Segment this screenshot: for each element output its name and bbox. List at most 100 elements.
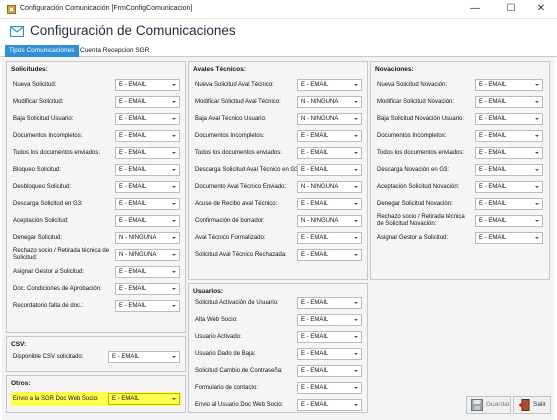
app-icon <box>7 5 16 14</box>
communication-type-dropdown[interactable]: E - EMAIL <box>115 181 180 193</box>
dropdown-value: E - EMAIL <box>301 150 329 156</box>
dropdown-value: E - EMAIL <box>479 116 507 122</box>
chevron-down-icon <box>535 84 539 86</box>
window-title: Configuración Comunicación [FrmConfigCom… <box>20 5 193 12</box>
communication-type-dropdown[interactable]: E - EMAIL <box>297 348 362 360</box>
chevron-down-icon <box>354 353 358 355</box>
communication-type-dropdown[interactable]: E - EMAIL <box>297 331 362 343</box>
group-title: Solicitudes: <box>11 66 48 73</box>
communication-type-dropdown[interactable]: E - EMAIL <box>115 198 180 210</box>
tab-cuenta-recepcion-sgr[interactable]: Cuenta Recepcion SGR <box>76 45 153 57</box>
communication-type-dropdown[interactable]: N - NINGUNA <box>115 232 180 244</box>
dropdown-value: E - EMAIL <box>301 201 329 207</box>
field-label: Nueva Solicitud Novación: <box>377 82 448 88</box>
chevron-down-icon <box>535 237 539 239</box>
chevron-down-icon <box>172 135 176 137</box>
dropdown-value: E - EMAIL <box>301 82 329 88</box>
communication-type-dropdown[interactable]: E - EMAIL <box>475 147 543 159</box>
dropdown-value: N - NINGUNA <box>301 184 339 190</box>
group-title: Usuarios: <box>193 288 223 295</box>
communication-type-dropdown[interactable]: E - EMAIL <box>475 164 543 176</box>
communication-type-dropdown[interactable]: E - EMAIL <box>108 393 180 405</box>
communication-type-dropdown[interactable]: E - EMAIL <box>475 96 543 108</box>
dropdown-value: E - EMAIL <box>301 334 329 340</box>
communication-type-dropdown[interactable]: E - EMAIL <box>115 113 180 125</box>
communication-type-dropdown[interactable]: E - EMAIL <box>115 164 180 176</box>
chevron-down-icon <box>535 203 539 205</box>
communication-type-dropdown[interactable]: E - EMAIL <box>115 79 180 91</box>
chevron-down-icon <box>172 84 176 86</box>
save-button[interactable]: Guardar <box>466 396 511 414</box>
chevron-down-icon <box>354 370 358 372</box>
communication-type-dropdown[interactable]: E - EMAIL <box>475 130 543 142</box>
dropdown-value: E - EMAIL <box>119 303 147 309</box>
chevron-down-icon <box>535 118 539 120</box>
dropdown-value: E - EMAIL <box>479 82 507 88</box>
maximize-button[interactable]: ☐ <box>497 2 525 16</box>
field-label: Descarga Solicitud Aval Técnico en G3: <box>195 167 301 173</box>
field-label: Todos los documentos enviados: <box>377 150 465 156</box>
chevron-down-icon <box>172 101 176 103</box>
chevron-down-icon <box>354 387 358 389</box>
communication-type-dropdown[interactable]: N - NINGUNA <box>297 215 362 227</box>
communication-type-dropdown[interactable]: E - EMAIL <box>297 147 362 159</box>
communication-type-dropdown[interactable]: E - EMAIL <box>297 314 362 326</box>
communication-type-dropdown[interactable]: E - EMAIL <box>297 249 362 261</box>
communication-type-dropdown[interactable]: E - EMAIL <box>475 232 543 244</box>
dropdown-value: E - EMAIL <box>119 116 147 122</box>
communication-type-dropdown[interactable]: E - EMAIL <box>115 96 180 108</box>
close-button[interactable]: ✕ <box>527 2 555 16</box>
field-label: Documento Aval Técnico Enviado: <box>195 184 287 190</box>
communication-type-dropdown[interactable]: E - EMAIL <box>297 382 362 394</box>
dropdown-value: E - EMAIL <box>119 150 147 156</box>
communication-type-dropdown[interactable]: E - EMAIL <box>115 147 180 159</box>
communication-type-dropdown[interactable]: N - NINGUNA <box>115 249 180 261</box>
field-label: Aval Técnico Formalizado: <box>195 235 266 241</box>
communication-type-dropdown[interactable]: E - EMAIL <box>297 399 362 411</box>
dropdown-value: E - EMAIL <box>119 201 147 207</box>
communication-type-dropdown[interactable]: N - NINGUNA <box>297 181 362 193</box>
communication-type-dropdown[interactable]: E - EMAIL <box>475 181 543 193</box>
chevron-down-icon <box>172 186 176 188</box>
communication-type-dropdown[interactable]: E - EMAIL <box>297 164 362 176</box>
communication-type-dropdown[interactable]: E - EMAIL <box>108 351 180 363</box>
communication-type-dropdown[interactable]: E - EMAIL <box>297 79 362 91</box>
chevron-down-icon <box>535 135 539 137</box>
communication-type-dropdown[interactable]: N - NINGUNA <box>297 113 362 125</box>
field-label: Envio a la SGR Doc Web Socio: <box>13 396 99 402</box>
communication-type-dropdown[interactable]: N - NINGUNA <box>297 96 362 108</box>
communication-type-dropdown[interactable]: E - EMAIL <box>475 79 543 91</box>
minimize-button[interactable]: — <box>461 2 489 16</box>
dropdown-value: E - EMAIL <box>301 300 329 306</box>
communication-type-dropdown[interactable]: E - EMAIL <box>115 283 180 295</box>
communication-type-dropdown[interactable]: E - EMAIL <box>297 198 362 210</box>
communication-type-dropdown[interactable]: E - EMAIL <box>115 215 180 227</box>
communication-type-dropdown[interactable]: E - EMAIL <box>475 113 543 125</box>
dropdown-value: E - EMAIL <box>301 368 329 374</box>
communication-type-dropdown[interactable]: E - EMAIL <box>475 198 543 210</box>
field-label: Modificar Solicitud Novación: <box>377 99 455 105</box>
tab-tipos-comunicaciones[interactable]: Tipos Comunicaciones <box>5 45 79 57</box>
communication-type-dropdown[interactable]: E - EMAIL <box>115 130 180 142</box>
dropdown-value: E - EMAIL <box>301 317 329 323</box>
communication-type-dropdown[interactable]: E - EMAIL <box>297 297 362 309</box>
field-label: Aceptación Solicitud: <box>13 218 69 224</box>
communication-type-dropdown[interactable]: E - EMAIL <box>297 232 362 244</box>
dropdown-value: E - EMAIL <box>119 184 147 190</box>
communication-type-dropdown[interactable]: E - EMAIL <box>475 215 543 227</box>
field-label: Documentos Incompletos: <box>195 133 265 139</box>
communication-type-dropdown[interactable]: E - EMAIL <box>115 300 180 312</box>
chevron-down-icon <box>354 254 358 256</box>
field-label: Acuse de Recibo aval Técnico: <box>195 201 278 207</box>
field-label: Modificar Solicitud Aval Técnico: <box>195 99 281 105</box>
communication-type-dropdown[interactable]: E - EMAIL <box>115 266 180 278</box>
field-label: Doc. Condiciones de Aprobación: <box>13 286 102 292</box>
dropdown-value: N - NINGUNA <box>119 235 157 241</box>
dropdown-value: E - EMAIL <box>479 235 507 241</box>
field-label: Baja Solicitud Novación Usuario: <box>377 116 465 122</box>
exit-button[interactable]: Salir <box>513 396 551 414</box>
communication-type-dropdown[interactable]: E - EMAIL <box>297 365 362 377</box>
field-label: Modificar Solicitud: <box>13 99 64 105</box>
communication-type-dropdown[interactable]: E - EMAIL <box>297 130 362 142</box>
chevron-down-icon <box>172 398 176 400</box>
